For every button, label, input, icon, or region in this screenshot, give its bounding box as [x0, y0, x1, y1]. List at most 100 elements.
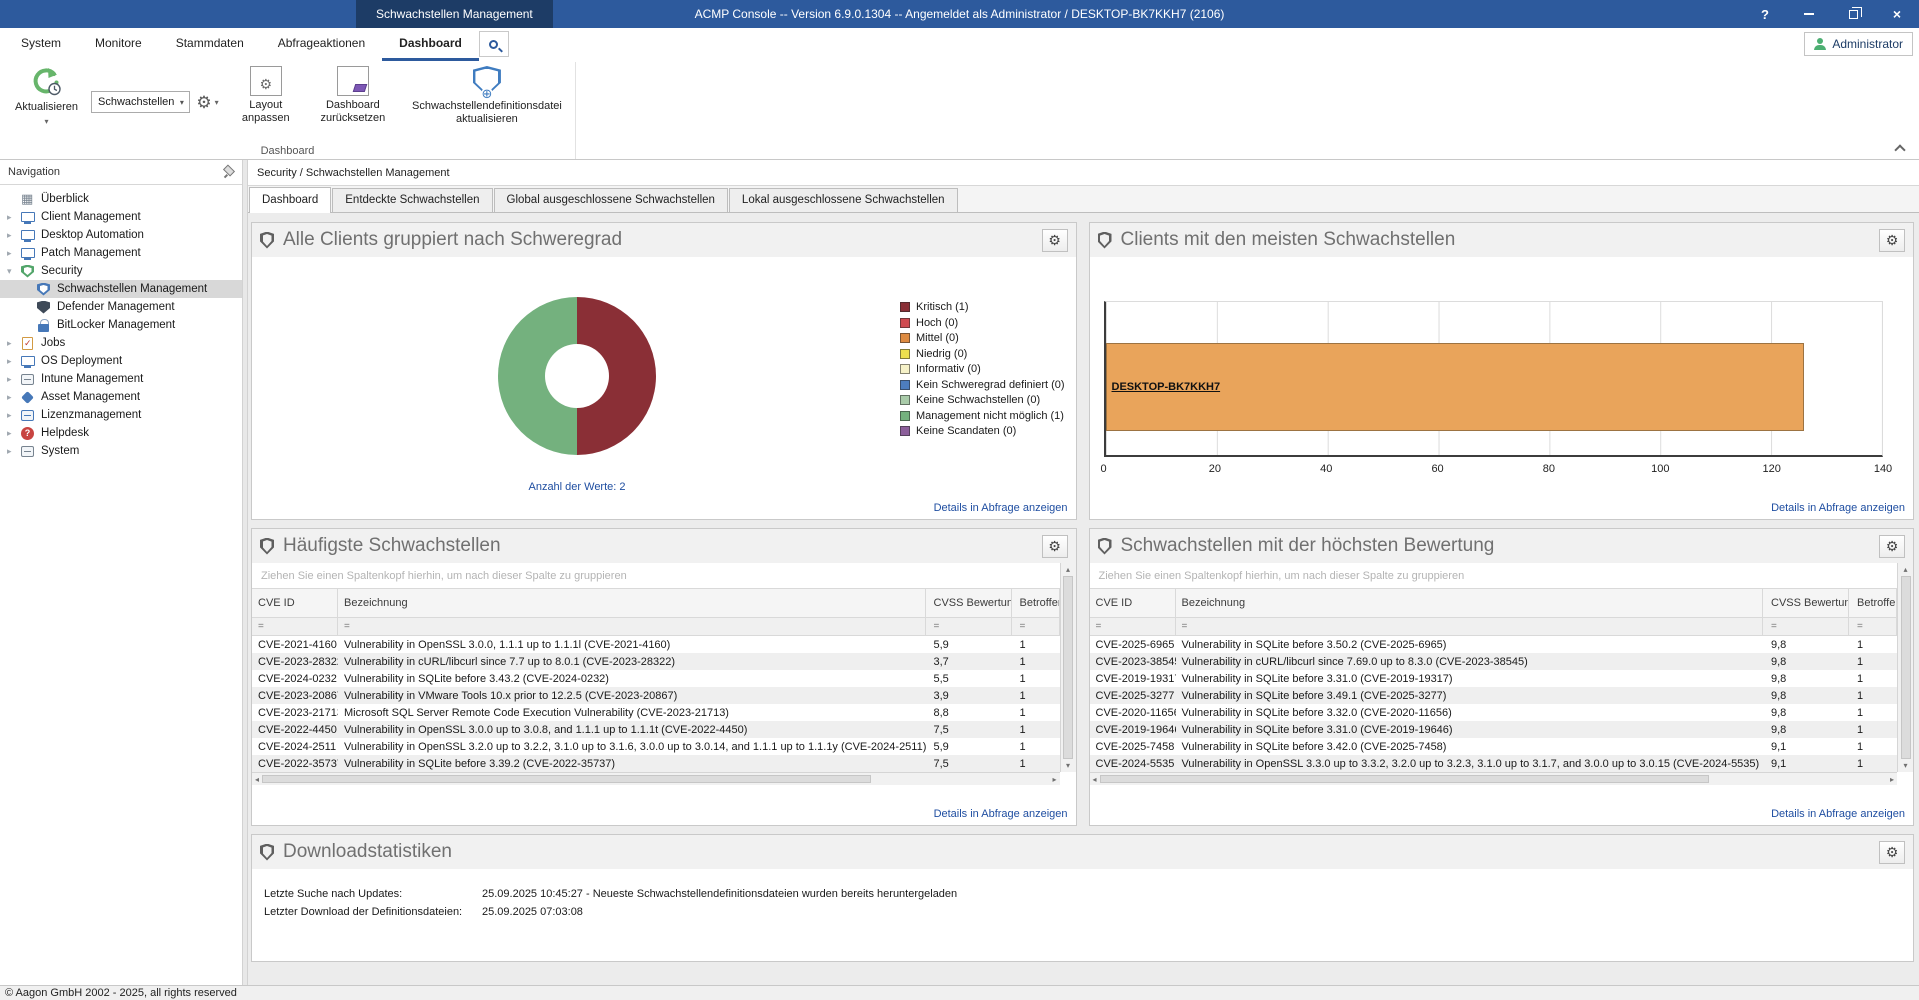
table-row[interactable]: CVE-2025-3277 Vulnerability in SQLite be…	[1090, 687, 1898, 704]
table-row[interactable]: CVE-2022-4450 Vulnerability in OpenSSL 3…	[252, 721, 1060, 738]
scrollbar-thumb[interactable]	[1901, 576, 1911, 759]
panel-gear-button[interactable]: ⚙	[1042, 229, 1068, 252]
details-link[interactable]: Details in Abfrage anzeigen	[934, 502, 1068, 514]
donut-chart[interactable]	[498, 297, 656, 455]
scroll-down-icon[interactable]: ▾	[1066, 761, 1070, 770]
filter-cell[interactable]: =	[1176, 618, 1764, 635]
panel-gear-button[interactable]: ⚙	[1879, 841, 1905, 864]
nav-item[interactable]: ▸ Patch Management	[0, 244, 242, 262]
column-header[interactable]: CVE ID	[252, 589, 338, 617]
table-row[interactable]: CVE-2022-35737 Vulnerability in SQLite b…	[252, 755, 1060, 772]
table-row[interactable]: CVE-2023-28322 Vulnerability in cURL/lib…	[252, 653, 1060, 670]
expand-chevron-icon[interactable]: ▸	[7, 428, 21, 439]
nav-item[interactable]: Überblick	[0, 190, 242, 208]
scroll-left-icon[interactable]: ◂	[255, 775, 259, 784]
expand-chevron-icon[interactable]: ▸	[7, 446, 21, 457]
expand-chevron-icon[interactable]: ▸	[7, 212, 21, 223]
table-row[interactable]: CVE-2025-7458 Vulnerability in SQLite be…	[1090, 738, 1898, 755]
filter-cell[interactable]: =	[338, 618, 926, 635]
ribbon-collapse-button[interactable]	[1895, 143, 1905, 153]
table-row[interactable]: CVE-2023-38545 Vulnerability in cURL/lib…	[1090, 653, 1898, 670]
panel-gear-button[interactable]: ⚙	[1879, 229, 1905, 252]
nav-item[interactable]: ▸ Jobs	[0, 334, 242, 352]
pin-icon[interactable]	[222, 166, 234, 178]
filter-cell[interactable]: =	[1090, 618, 1176, 635]
expand-chevron-icon[interactable]: ▸	[7, 410, 21, 421]
table-row[interactable]: CVE-2024-2511 Vulnerability in OpenSSL 3…	[252, 738, 1060, 755]
expand-chevron-icon[interactable]: ▸	[7, 392, 21, 403]
scrollbar-thumb[interactable]	[262, 775, 871, 783]
nav-item[interactable]: ▸ System	[0, 442, 242, 460]
help-button[interactable]: ?	[1743, 0, 1787, 28]
panel-gear-button[interactable]: ⚙	[1042, 535, 1068, 558]
table-row[interactable]: CVE-2024-0232 Vulnerability in SQLite be…	[252, 670, 1060, 687]
filter-cell[interactable]: =	[926, 618, 1012, 635]
nav-item[interactable]: ▾ Security	[0, 262, 242, 280]
table-row[interactable]: CVE-2023-20867 Vulnerability in VMware T…	[252, 687, 1060, 704]
bar[interactable]: DESKTOP-BK7KKH7	[1106, 343, 1805, 430]
filter-cell[interactable]: =	[1012, 618, 1060, 635]
horizontal-scrollbar[interactable]: ◂▸	[1090, 772, 1898, 785]
expand-chevron-icon[interactable]: ▸	[7, 374, 21, 385]
scrollbar-thumb[interactable]	[1063, 576, 1073, 759]
minimize-button[interactable]	[1787, 0, 1831, 28]
expand-chevron-icon[interactable]: ▸	[7, 356, 21, 367]
content-tab[interactable]: Global ausgeschlossene Schwachstellen	[494, 188, 728, 212]
restore-button[interactable]	[1831, 0, 1875, 28]
scrollbar-thumb[interactable]	[1100, 775, 1709, 783]
group-by-hint[interactable]: Ziehen Sie einen Spaltenkopf hierhin, um…	[1090, 563, 1898, 589]
scroll-up-icon[interactable]: ▴	[1066, 565, 1070, 574]
filter-cell[interactable]: =	[1849, 618, 1897, 635]
definition-update-button[interactable]: ⊕ Schwachstellendefinitionsdatei aktuali…	[403, 64, 571, 140]
scroll-left-icon[interactable]: ◂	[1093, 775, 1097, 784]
nav-item[interactable]: ▸ Intune Management	[0, 370, 242, 388]
nav-item[interactable]: BitLocker Management	[0, 316, 242, 334]
nav-item[interactable]: ▸ Asset Management	[0, 388, 242, 406]
table-row[interactable]: CVE-2025-6965 Vulnerability in SQLite be…	[1090, 636, 1898, 653]
expand-chevron-icon[interactable]: ▸	[7, 248, 21, 259]
table-row[interactable]: CVE-2020-11656 Vulnerability in SQLite b…	[1090, 704, 1898, 721]
menu-tab[interactable]: Stammdaten	[159, 28, 261, 62]
vertical-scrollbar[interactable]: ▴▾	[1897, 563, 1913, 772]
table-row[interactable]: CVE-2019-19646 Vulnerability in SQLite b…	[1090, 721, 1898, 738]
table-row[interactable]: CVE-2023-21713 Microsoft SQL Server Remo…	[252, 704, 1060, 721]
menu-tab[interactable]: System	[4, 28, 78, 62]
nav-item[interactable]: ▸ Client Management	[0, 208, 242, 226]
column-header[interactable]: Bezeichnung	[1176, 589, 1764, 617]
layout-adjust-button[interactable]: ⚙ Layout anpassen	[229, 64, 303, 140]
content-tab[interactable]: Entdeckte Schwachstellen	[332, 188, 492, 212]
content-tab[interactable]: Lokal ausgeschlossene Schwachstellen	[729, 188, 958, 212]
scroll-up-icon[interactable]: ▴	[1903, 565, 1907, 574]
table-row[interactable]: CVE-2019-19317 Vulnerability in SQLite b…	[1090, 670, 1898, 687]
scope-combobox[interactable]: Schwachstellen ▾	[91, 91, 190, 113]
bar-label[interactable]: DESKTOP-BK7KKH7	[1107, 381, 1221, 393]
scroll-right-icon[interactable]: ▸	[1890, 775, 1894, 784]
expand-chevron-icon[interactable]: ▸	[7, 230, 21, 241]
dashboard-reset-button[interactable]: Dashboard zurücksetzen	[303, 64, 403, 140]
column-header[interactable]: CVSS Bewertung	[1763, 589, 1849, 617]
vertical-scrollbar[interactable]: ▴▾	[1060, 563, 1076, 772]
expand-chevron-icon[interactable]: ▾	[7, 266, 21, 277]
administrator-button[interactable]: Administrator	[1804, 32, 1913, 56]
scroll-down-icon[interactable]: ▾	[1903, 761, 1907, 770]
close-button[interactable]: ×	[1875, 0, 1919, 28]
horizontal-scrollbar[interactable]: ◂▸	[252, 772, 1060, 785]
expand-chevron-icon[interactable]: ▸	[7, 338, 21, 349]
nav-item[interactable]: ▸ Lizenzmanagement	[0, 406, 242, 424]
column-header[interactable]: Betroffene Clients	[1012, 589, 1060, 617]
details-link[interactable]: Details in Abfrage anzeigen	[1771, 502, 1905, 514]
menu-tab[interactable]: Abfrageaktionen	[261, 28, 382, 62]
details-link[interactable]: Details in Abfrage anzeigen	[1771, 808, 1905, 820]
group-by-hint[interactable]: Ziehen Sie einen Spaltenkopf hierhin, um…	[252, 563, 1060, 589]
search-button[interactable]	[479, 31, 509, 57]
column-header[interactable]: CVSS Bewertung	[926, 589, 1012, 617]
nav-item[interactable]: Defender Management	[0, 298, 242, 316]
settings-dropdown-button[interactable]: ⚙ ▾	[196, 94, 218, 111]
column-header[interactable]: Bezeichnung	[338, 589, 926, 617]
content-tab[interactable]: Dashboard	[249, 187, 331, 213]
column-header[interactable]: CVE ID	[1090, 589, 1176, 617]
filter-cell[interactable]: =	[252, 618, 338, 635]
menu-tab[interactable]: Dashboard	[382, 28, 479, 62]
nav-item[interactable]: ▸ Desktop Automation	[0, 226, 242, 244]
nav-item[interactable]: ▸ Helpdesk	[0, 424, 242, 442]
